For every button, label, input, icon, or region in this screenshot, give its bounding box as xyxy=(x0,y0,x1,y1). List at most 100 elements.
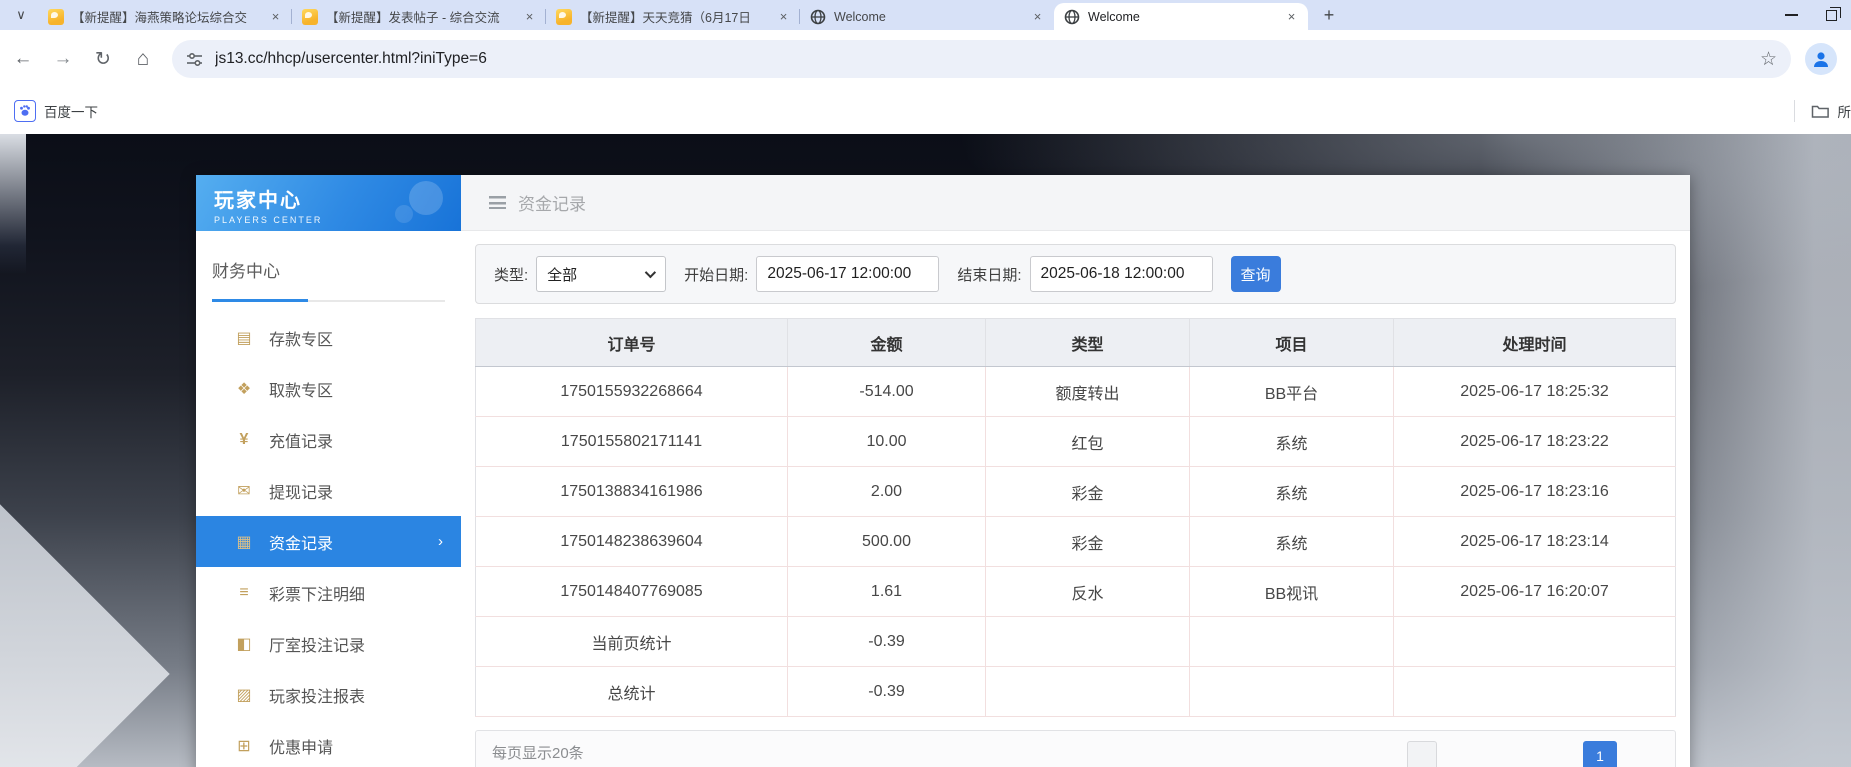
cell-time: 2025-06-17 18:23:14 xyxy=(1394,517,1676,567)
url-bar[interactable]: js13.cc/hhcp/usercenter.html?iniType=6 xyxy=(172,40,1791,78)
sidebar-item-label: 存款专区 xyxy=(269,326,333,350)
cell-amount: -0.39 xyxy=(788,617,986,667)
tab-title: Welcome xyxy=(1088,10,1277,24)
browser-tabstrip: 【新提醒】海燕策略论坛综合交 【新提醒】发表帖子 - 综合交流 【新提醒】天天竞… xyxy=(0,0,1851,30)
tab-title: 【新提醒】海燕策略论坛综合交 xyxy=(72,7,261,26)
bookmarks-right: 所 xyxy=(1794,88,1851,134)
sidebar-item-withdraw-zone[interactable]: 取款专区 xyxy=(196,363,461,414)
new-tab-button[interactable] xyxy=(1316,2,1342,28)
globe-favicon-icon xyxy=(810,9,826,25)
browser-tab-4[interactable]: Welcome xyxy=(800,3,1054,30)
sidebar-item-label: 优惠申请 xyxy=(269,734,333,758)
cell-amount: -0.39 xyxy=(788,667,986,717)
browser-tab-1[interactable]: 【新提醒】海燕策略论坛综合交 xyxy=(38,3,292,30)
search-button[interactable]: 查询 xyxy=(1231,256,1281,292)
tab-search-icon[interactable] xyxy=(8,2,34,28)
cell-time: 2025-06-17 18:23:16 xyxy=(1394,467,1676,517)
divider xyxy=(1794,100,1795,122)
minimize-icon[interactable] xyxy=(1785,14,1798,16)
wallet-icon xyxy=(234,481,254,501)
moneybag-icon xyxy=(234,431,254,449)
cell-project: 系统 xyxy=(1190,417,1394,467)
pagination-prev-button[interactable] xyxy=(1407,741,1437,767)
bookmark-baidu[interactable]: 百度一下 xyxy=(14,100,98,122)
tab-title: 【新提醒】发表帖子 - 综合交流 xyxy=(326,7,515,26)
document-icon xyxy=(234,584,254,602)
promo-icon xyxy=(234,736,254,756)
chevron-right-icon xyxy=(438,533,443,550)
end-date-input[interactable] xyxy=(1030,256,1213,292)
bookmark-star-icon[interactable] xyxy=(1760,48,1777,71)
sidebar-item-hall-bet-records[interactable]: 厅室投注记录 xyxy=(196,618,461,669)
cell-order: 1750138834161986 xyxy=(476,467,788,517)
tab-close-icon[interactable] xyxy=(1283,8,1300,25)
page-size-text: 每页显示20条 xyxy=(492,742,584,763)
home-icon[interactable] xyxy=(126,42,160,76)
start-date-label: 开始日期: xyxy=(684,264,748,285)
cell-amount: -514.00 xyxy=(788,367,986,417)
sidebar-item-recharge-records[interactable]: 充值记录 xyxy=(196,414,461,465)
background-triangle xyxy=(0,504,170,767)
cell-summary-label: 总统计 xyxy=(476,667,788,717)
col-order-number: 订单号 xyxy=(476,319,788,367)
withdraw-hand-icon xyxy=(234,379,254,399)
chevron-down-icon xyxy=(645,267,656,278)
col-type: 类型 xyxy=(986,319,1190,367)
sidebar-item-label: 提现记录 xyxy=(269,479,333,503)
table-row: 1750155802171141 10.00 红包 系统 2025-06-17 … xyxy=(476,417,1676,467)
col-project: 项目 xyxy=(1190,319,1394,367)
bookmarks-bar: 百度一下 所 xyxy=(0,88,1851,134)
cell-order: 1750148407769085 xyxy=(476,567,788,617)
browser-tab-5-active[interactable]: Welcome xyxy=(1054,3,1308,30)
start-date-input[interactable] xyxy=(756,256,939,292)
finance-section-title: 财务中心 xyxy=(196,231,461,282)
profile-avatar[interactable] xyxy=(1805,43,1837,75)
sidebar-item-withdrawal-records[interactable]: 提现记录 xyxy=(196,465,461,516)
tab-close-icon[interactable] xyxy=(1029,8,1046,25)
funds-table: 订单号 金额 类型 项目 处理时间 1750155932268664 -514.… xyxy=(475,318,1676,717)
table-header-row: 订单号 金额 类型 项目 处理时间 xyxy=(476,319,1676,367)
cell-order: 1750155802171141 xyxy=(476,417,788,467)
sidebar-header: 玩家中心 PLAYERS CENTER xyxy=(196,175,461,231)
sidebar-item-deposit-zone[interactable]: 存款专区 xyxy=(196,312,461,363)
url-text[interactable]: js13.cc/hhcp/usercenter.html?iniType=6 xyxy=(215,50,1760,68)
browser-tab-3[interactable]: 【新提醒】天天竞猜（6月17日 xyxy=(546,3,800,30)
reload-icon[interactable] xyxy=(86,42,120,76)
section-underline xyxy=(212,300,445,302)
folder-icon[interactable] xyxy=(1811,103,1830,119)
cell-summary-label: 当前页统计 xyxy=(476,617,788,667)
cell-project: 系统 xyxy=(1190,517,1394,567)
browser-toolbar: js13.cc/hhcp/usercenter.html?iniType=6 xyxy=(0,30,1851,88)
pagination-page-button[interactable]: 1 xyxy=(1583,741,1617,767)
sidebar-item-promo-apply[interactable]: 优惠申请 xyxy=(196,720,461,767)
window-controls xyxy=(1785,0,1851,30)
funds-icon xyxy=(234,532,254,552)
background-streak xyxy=(0,134,26,274)
all-bookmarks-label[interactable]: 所 xyxy=(1838,101,1851,121)
forward-icon[interactable] xyxy=(46,42,80,76)
page-header: 资金记录 xyxy=(461,175,1690,231)
tab-close-icon[interactable] xyxy=(521,8,538,25)
report-icon xyxy=(234,685,254,705)
tab-close-icon[interactable] xyxy=(775,8,792,25)
type-select[interactable]: 全部 xyxy=(536,256,666,292)
sidebar-item-player-bet-report[interactable]: 玩家投注报表 xyxy=(196,669,461,720)
cell-amount: 10.00 xyxy=(788,417,986,467)
browser-tab-2[interactable]: 【新提醒】发表帖子 - 综合交流 xyxy=(292,3,546,30)
tab-close-icon[interactable] xyxy=(267,8,284,25)
cell-time: 2025-06-17 16:20:07 xyxy=(1394,567,1676,617)
site-settings-icon[interactable] xyxy=(186,51,203,68)
baidu-paw-icon xyxy=(14,100,36,122)
person-icon xyxy=(1811,49,1831,69)
table-row-total-summary: 总统计 -0.39 xyxy=(476,667,1676,717)
cell-time: 2025-06-17 18:23:22 xyxy=(1394,417,1676,467)
back-icon[interactable] xyxy=(6,42,40,76)
table-row-page-summary: 当前页统计 -0.39 xyxy=(476,617,1676,667)
players-center-title: 玩家中心 xyxy=(214,184,461,213)
sidebar-item-lottery-bet-details[interactable]: 彩票下注明细 xyxy=(196,567,461,618)
sidebar-item-funds-records[interactable]: 资金记录 xyxy=(196,516,461,567)
players-center-subtitle: PLAYERS CENTER xyxy=(214,215,461,225)
restore-icon[interactable] xyxy=(1826,10,1837,21)
col-process-time: 处理时间 xyxy=(1394,319,1676,367)
cell-type: 彩金 xyxy=(986,467,1190,517)
